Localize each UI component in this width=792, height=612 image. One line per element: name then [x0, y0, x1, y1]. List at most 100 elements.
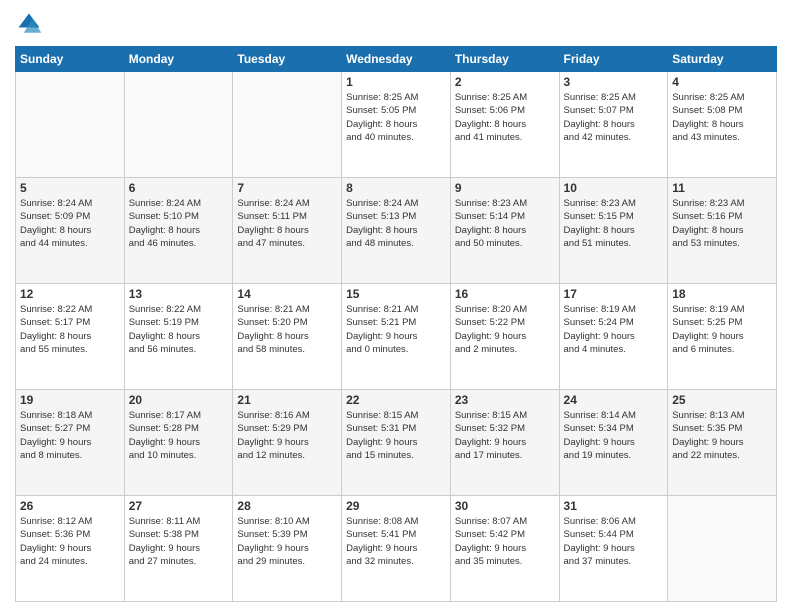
logo-icon: [15, 10, 43, 38]
page: SundayMondayTuesdayWednesdayThursdayFrid…: [0, 0, 792, 612]
day-info: Sunrise: 8:14 AM Sunset: 5:34 PM Dayligh…: [564, 409, 664, 462]
day-cell: 6 Sunrise: 8:24 AM Sunset: 5:10 PM Daylig…: [124, 178, 233, 284]
day-cell: [124, 72, 233, 178]
day-number: 18: [672, 287, 772, 301]
day-number: 27: [129, 499, 229, 513]
day-number: 21: [237, 393, 337, 407]
weekday-header-tuesday: Tuesday: [233, 47, 342, 72]
week-row-5: 26 Sunrise: 8:12 AM Sunset: 5:36 PM Dayli…: [16, 496, 777, 602]
day-cell: 14Sunrise: 8:21 AM Sunset: 5:20 PM Dayli…: [233, 284, 342, 390]
day-number: 28: [237, 499, 337, 513]
weekday-header-friday: Friday: [559, 47, 668, 72]
day-number: 31: [564, 499, 664, 513]
day-cell: [16, 72, 125, 178]
day-cell: [233, 72, 342, 178]
weekday-header-sunday: Sunday: [16, 47, 125, 72]
day-cell: 13Sunrise: 8:22 AM Sunset: 5:19 PM Dayli…: [124, 284, 233, 390]
day-cell: [668, 496, 777, 602]
day-number: 1: [346, 75, 446, 89]
day-info: Sunrise: 8:25 AM Sunset: 5:08 PM Dayligh…: [672, 91, 772, 144]
day-number: 11: [672, 181, 772, 195]
day-cell: 10 Sunrise: 8:23 AM Sunset: 5:15 PM Dayli…: [559, 178, 668, 284]
day-number: 10: [564, 181, 664, 195]
day-info: Sunrise: 8:24 AM Sunset: 5:09 PM Dayligh…: [20, 197, 120, 250]
day-info: Sunrise: 8:25 AM Sunset: 5:05 PM Dayligh…: [346, 91, 446, 144]
day-info: Sunrise: 8:22 AM Sunset: 5:19 PM Dayligh…: [129, 303, 229, 356]
day-cell: 23 Sunrise: 8:15 AM Sunset: 5:32 PM Dayli…: [450, 390, 559, 496]
day-number: 14: [237, 287, 337, 301]
day-number: 2: [455, 75, 555, 89]
day-cell: 27 Sunrise: 8:11 AM Sunset: 5:38 PM Dayli…: [124, 496, 233, 602]
day-number: 15: [346, 287, 446, 301]
day-cell: 12 Sunrise: 8:22 AM Sunset: 5:17 PM Dayli…: [16, 284, 125, 390]
day-cell: 4 Sunrise: 8:25 AM Sunset: 5:08 PM Daylig…: [668, 72, 777, 178]
day-cell: 26 Sunrise: 8:12 AM Sunset: 5:36 PM Dayli…: [16, 496, 125, 602]
day-cell: 3 Sunrise: 8:25 AM Sunset: 5:07 PM Daylig…: [559, 72, 668, 178]
day-info: Sunrise: 8:11 AM Sunset: 5:38 PM Dayligh…: [129, 515, 229, 568]
day-info: Sunrise: 8:13 AM Sunset: 5:35 PM Dayligh…: [672, 409, 772, 462]
day-number: 19: [20, 393, 120, 407]
day-number: 20: [129, 393, 229, 407]
day-number: 24: [564, 393, 664, 407]
week-row-1: 1 Sunrise: 8:25 AM Sunset: 5:05 PM Daylig…: [16, 72, 777, 178]
day-info: Sunrise: 8:21 AM Sunset: 5:21 PM Dayligh…: [346, 303, 446, 356]
day-number: 6: [129, 181, 229, 195]
day-cell: 15 Sunrise: 8:21 AM Sunset: 5:21 PM Dayli…: [342, 284, 451, 390]
day-info: Sunrise: 8:19 AM Sunset: 5:25 PM Dayligh…: [672, 303, 772, 356]
day-number: 17: [564, 287, 664, 301]
day-info: Sunrise: 8:24 AM Sunset: 5:11 PM Dayligh…: [237, 197, 337, 250]
day-info: Sunrise: 8:23 AM Sunset: 5:14 PM Dayligh…: [455, 197, 555, 250]
day-info: Sunrise: 8:23 AM Sunset: 5:15 PM Dayligh…: [564, 197, 664, 250]
day-info: Sunrise: 8:24 AM Sunset: 5:13 PM Dayligh…: [346, 197, 446, 250]
day-number: 16: [455, 287, 555, 301]
day-cell: 20Sunrise: 8:17 AM Sunset: 5:28 PM Dayli…: [124, 390, 233, 496]
day-cell: 1 Sunrise: 8:25 AM Sunset: 5:05 PM Daylig…: [342, 72, 451, 178]
week-row-4: 19 Sunrise: 8:18 AM Sunset: 5:27 PM Dayli…: [16, 390, 777, 496]
day-info: Sunrise: 8:25 AM Sunset: 5:06 PM Dayligh…: [455, 91, 555, 144]
day-info: Sunrise: 8:15 AM Sunset: 5:31 PM Dayligh…: [346, 409, 446, 462]
day-cell: 22 Sunrise: 8:15 AM Sunset: 5:31 PM Dayli…: [342, 390, 451, 496]
day-info: Sunrise: 8:22 AM Sunset: 5:17 PM Dayligh…: [20, 303, 120, 356]
day-cell: 9 Sunrise: 8:23 AM Sunset: 5:14 PM Daylig…: [450, 178, 559, 284]
day-info: Sunrise: 8:15 AM Sunset: 5:32 PM Dayligh…: [455, 409, 555, 462]
day-cell: 5Sunrise: 8:24 AM Sunset: 5:09 PM Daylig…: [16, 178, 125, 284]
day-number: 4: [672, 75, 772, 89]
day-cell: 16 Sunrise: 8:20 AM Sunset: 5:22 PM Dayli…: [450, 284, 559, 390]
day-info: Sunrise: 8:10 AM Sunset: 5:39 PM Dayligh…: [237, 515, 337, 568]
day-number: 3: [564, 75, 664, 89]
day-info: Sunrise: 8:19 AM Sunset: 5:24 PM Dayligh…: [564, 303, 664, 356]
header: [15, 10, 777, 38]
day-number: 12: [20, 287, 120, 301]
day-info: Sunrise: 8:06 AM Sunset: 5:44 PM Dayligh…: [564, 515, 664, 568]
day-info: Sunrise: 8:08 AM Sunset: 5:41 PM Dayligh…: [346, 515, 446, 568]
day-cell: 17 Sunrise: 8:19 AM Sunset: 5:24 PM Dayli…: [559, 284, 668, 390]
day-info: Sunrise: 8:24 AM Sunset: 5:10 PM Dayligh…: [129, 197, 229, 250]
day-info: Sunrise: 8:07 AM Sunset: 5:42 PM Dayligh…: [455, 515, 555, 568]
day-number: 9: [455, 181, 555, 195]
day-number: 7: [237, 181, 337, 195]
calendar-table: SundayMondayTuesdayWednesdayThursdayFrid…: [15, 46, 777, 602]
weekday-header-saturday: Saturday: [668, 47, 777, 72]
weekday-header-monday: Monday: [124, 47, 233, 72]
weekday-header-thursday: Thursday: [450, 47, 559, 72]
day-cell: 8Sunrise: 8:24 AM Sunset: 5:13 PM Daylig…: [342, 178, 451, 284]
day-cell: 7 Sunrise: 8:24 AM Sunset: 5:11 PM Daylig…: [233, 178, 342, 284]
day-cell: 18 Sunrise: 8:19 AM Sunset: 5:25 PM Dayli…: [668, 284, 777, 390]
day-info: Sunrise: 8:20 AM Sunset: 5:22 PM Dayligh…: [455, 303, 555, 356]
day-cell: 25Sunrise: 8:13 AM Sunset: 5:35 PM Dayli…: [668, 390, 777, 496]
day-info: Sunrise: 8:23 AM Sunset: 5:16 PM Dayligh…: [672, 197, 772, 250]
day-info: Sunrise: 8:16 AM Sunset: 5:29 PM Dayligh…: [237, 409, 337, 462]
day-cell: 21 Sunrise: 8:16 AM Sunset: 5:29 PM Dayli…: [233, 390, 342, 496]
day-number: 23: [455, 393, 555, 407]
day-info: Sunrise: 8:18 AM Sunset: 5:27 PM Dayligh…: [20, 409, 120, 462]
day-number: 26: [20, 499, 120, 513]
day-cell: 19 Sunrise: 8:18 AM Sunset: 5:27 PM Dayli…: [16, 390, 125, 496]
day-cell: 31 Sunrise: 8:06 AM Sunset: 5:44 PM Dayli…: [559, 496, 668, 602]
day-cell: 2 Sunrise: 8:25 AM Sunset: 5:06 PM Daylig…: [450, 72, 559, 178]
day-info: Sunrise: 8:12 AM Sunset: 5:36 PM Dayligh…: [20, 515, 120, 568]
day-number: 22: [346, 393, 446, 407]
day-info: Sunrise: 8:25 AM Sunset: 5:07 PM Dayligh…: [564, 91, 664, 144]
day-cell: 30Sunrise: 8:07 AM Sunset: 5:42 PM Dayli…: [450, 496, 559, 602]
day-cell: 24 Sunrise: 8:14 AM Sunset: 5:34 PM Dayli…: [559, 390, 668, 496]
day-cell: 29Sunrise: 8:08 AM Sunset: 5:41 PM Dayli…: [342, 496, 451, 602]
